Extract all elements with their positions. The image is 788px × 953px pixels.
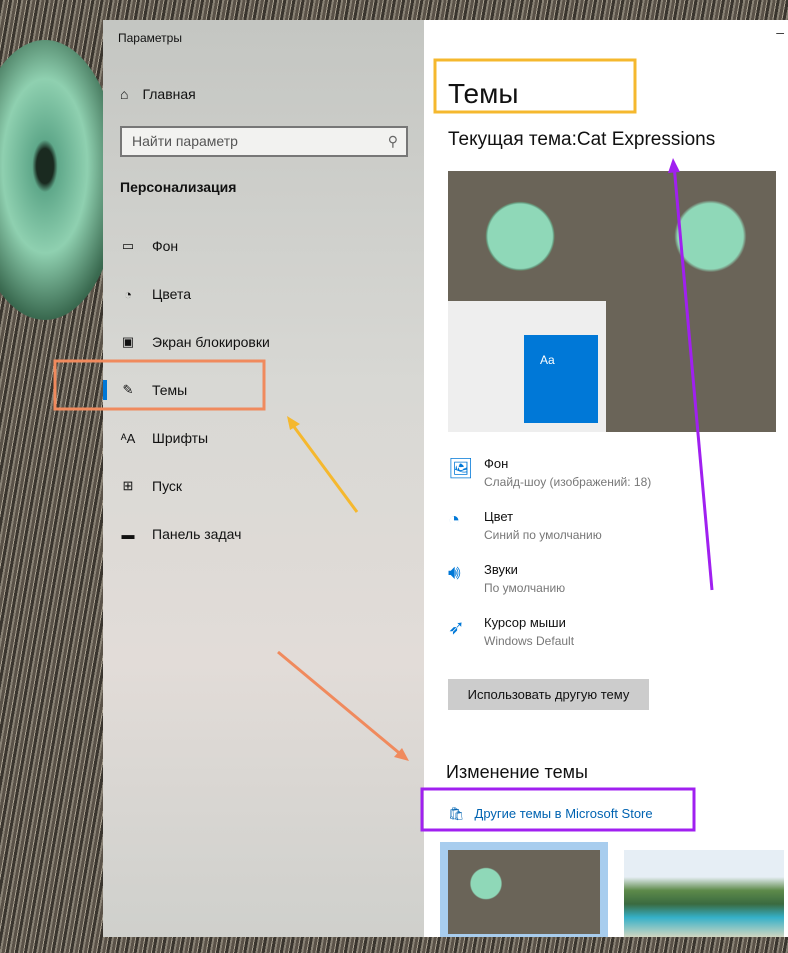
theme-preview: Aa — [448, 171, 776, 432]
desktop-wallpaper — [0, 40, 120, 320]
thumb-image — [448, 850, 600, 934]
font-icon: ᴬA — [120, 430, 136, 446]
minimize-button[interactable]: – — [776, 24, 784, 40]
palette-icon: ◔ — [124, 286, 132, 302]
settings-window: Параметры ⌂ Главная Найти параметр ⚲ Персо… — [103, 20, 788, 937]
app-title: Параметры — [118, 31, 182, 45]
speaker-icon: 🔊︎ — [448, 562, 461, 584]
theme-thumb-cat[interactable] — [440, 842, 608, 937]
sidebar-item-colors[interactable]: ◔ Цвета — [103, 274, 424, 314]
theme-properties: 🖼 Фон Слайд-шоу (изображений: 18) ◔ Цвет Син… — [448, 456, 651, 668]
sidebar-item-start[interactable]: ⊞ Пуск — [103, 466, 424, 506]
search-placeholder: Найти параметр — [132, 133, 238, 149]
use-other-theme-button[interactable]: Использовать другую тему — [448, 679, 649, 710]
search-input[interactable]: Найти параметр ⚲ — [120, 126, 408, 157]
prop-color[interactable]: ◔ Цвет Синий по умолчанию — [448, 509, 651, 562]
sidebar-item-taskbar[interactable]: ▬ Панель задач — [103, 514, 424, 554]
nav-label: Темы — [152, 382, 188, 398]
prop-title: Цвет — [484, 509, 514, 524]
home-icon: ⌂ — [120, 86, 129, 102]
image-icon: 🖼 — [448, 458, 474, 480]
lock-screen-icon: ▣ — [121, 334, 135, 349]
prop-title: Курсор мыши — [484, 615, 566, 630]
sidebar: Параметры ⌂ Главная Найти параметр ⚲ Персо… — [103, 20, 424, 937]
prop-title: Звуки — [484, 562, 518, 577]
cursor-icon: ➶ — [448, 617, 465, 639]
start-icon: ⊞ — [122, 478, 134, 493]
home-label: Главная — [142, 86, 196, 102]
prop-background[interactable]: 🖼 Фон Слайд-шоу (изображений: 18) — [448, 456, 651, 509]
prop-cursor[interactable]: ➶ Курсор мыши Windows Default — [448, 615, 651, 668]
brush-icon: ✎ — [122, 382, 134, 397]
sidebar-item-fonts[interactable]: ᴬA Шрифты — [103, 418, 424, 458]
nav-label: Экран блокировки — [152, 334, 270, 350]
nav-label: Панель задач — [152, 526, 242, 542]
prop-sounds[interactable]: 🔊︎ Звуки По умолчанию — [448, 562, 651, 615]
taskbar-icon: ▬ — [121, 526, 135, 542]
prop-sub: По умолчанию — [484, 581, 566, 595]
theme-thumb-beach[interactable] — [624, 850, 784, 937]
prop-sub: Слайд-шоу (изображений: 18) — [484, 475, 652, 489]
sidebar-item-lock-screen[interactable]: ▣ Экран блокировки — [103, 322, 424, 362]
section-heading: Персонализация — [120, 179, 237, 195]
nav-label: Цвета — [152, 286, 191, 302]
sidebar-item-themes[interactable]: ✎ Темы — [103, 370, 424, 410]
prop-sub: Windows Default — [484, 634, 575, 648]
preview-tiles: Aa — [524, 335, 598, 423]
nav-label: Шрифты — [152, 430, 209, 446]
store-icon: 🛍︎ — [448, 806, 465, 821]
sidebar-home[interactable]: ⌂ Главная — [120, 86, 196, 102]
current-theme: Текущая тема:Cat Expressions — [448, 129, 716, 150]
page-title: Темы — [448, 78, 519, 109]
image-icon: ▭ — [121, 238, 135, 253]
nav-label: Фон — [152, 238, 179, 254]
store-link[interactable]: 🛍︎ Другие темы в Microsoft Store — [448, 806, 653, 822]
store-link-label: Другие темы в Microsoft Store — [474, 806, 653, 821]
prop-title: Фон — [484, 456, 509, 471]
nav-label: Пуск — [152, 478, 183, 494]
palette-icon: ◔ — [448, 509, 461, 531]
sidebar-item-background[interactable]: ▭ Фон — [103, 226, 424, 266]
search-icon: ⚲ — [387, 133, 398, 149]
main-content: – Темы Текущая тема:Cat Expressions Aa 🖼… — [424, 20, 788, 937]
prop-sub: Синий по умолчанию — [484, 528, 602, 542]
change-theme-heading: Изменение темы — [446, 762, 588, 782]
